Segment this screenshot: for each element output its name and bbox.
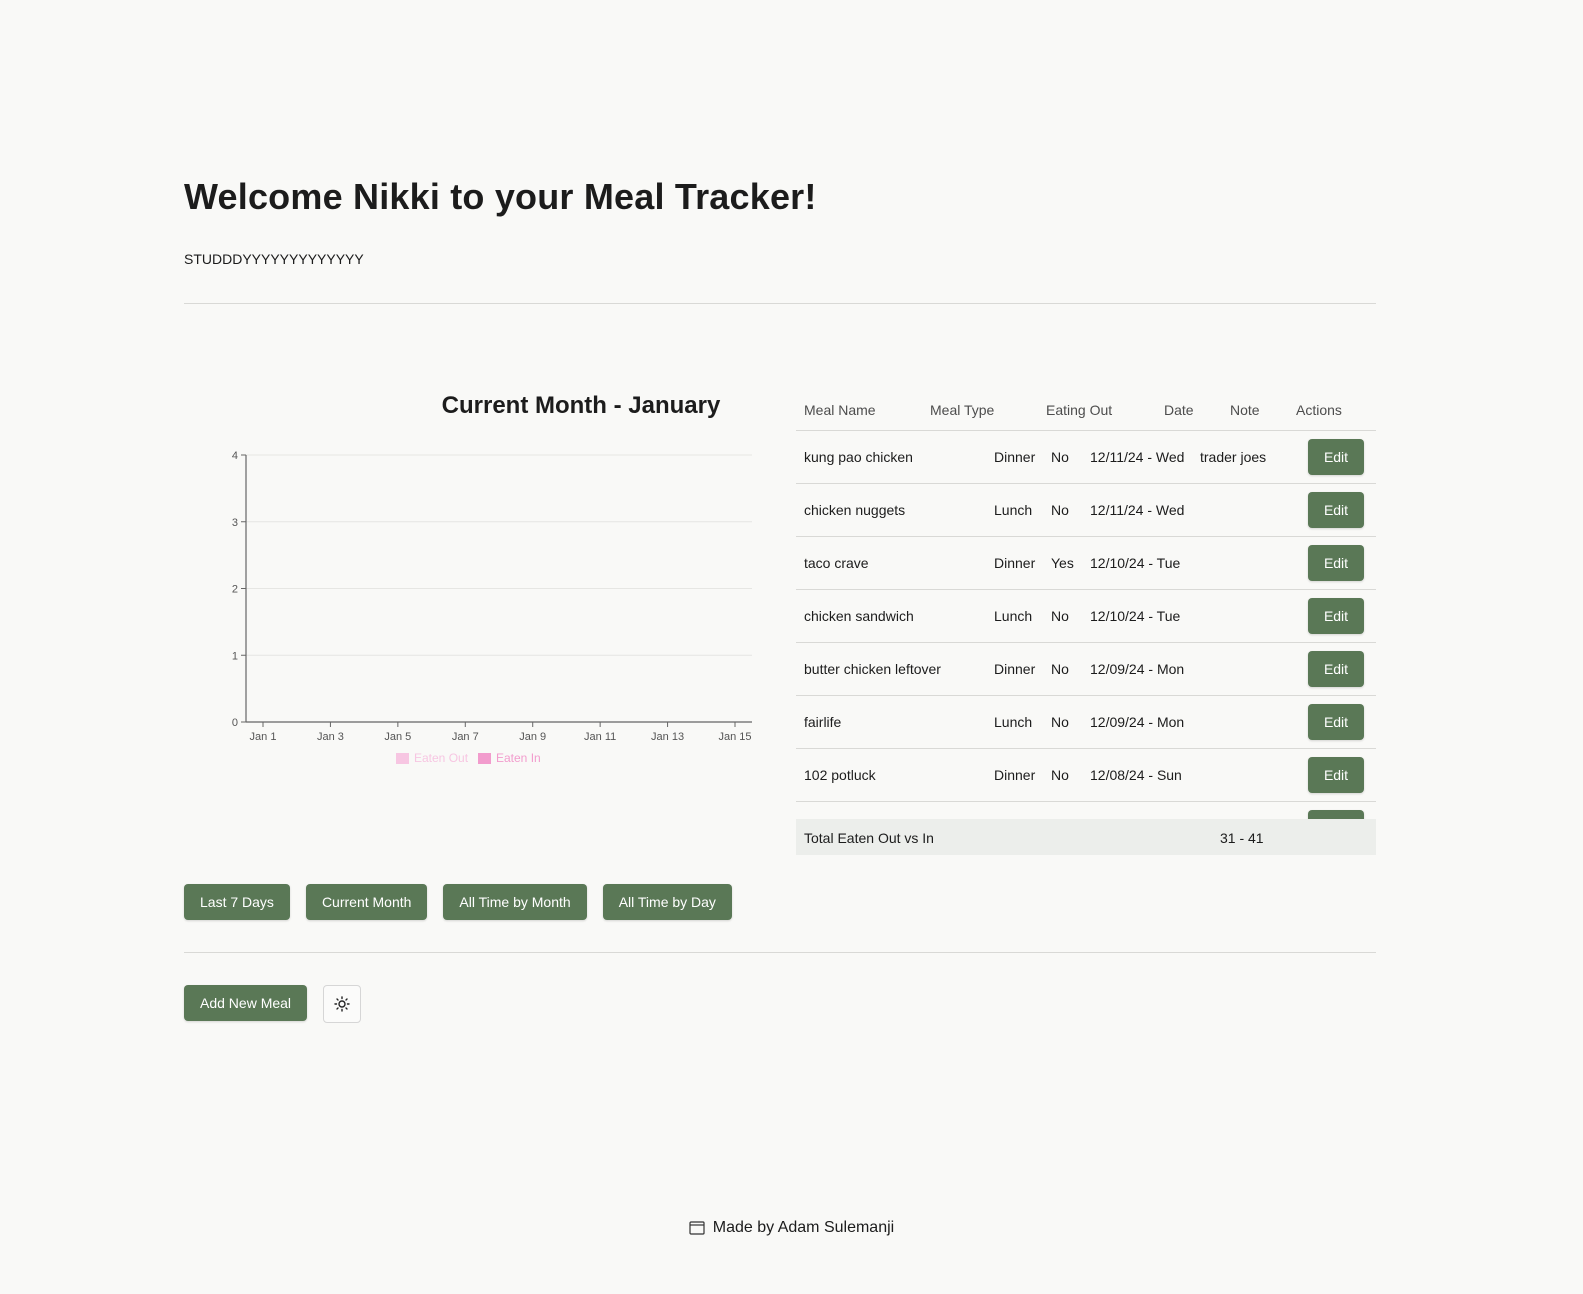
meal-type-cell: Dinner — [994, 449, 1036, 465]
y-tick-label: 3 — [232, 517, 238, 529]
header-actions: Actions — [1296, 402, 1342, 418]
date-cell: 12/09/24 - Mon — [1090, 714, 1185, 730]
table-row: butter chicken leftover Dinner No 12/09/24 … — [796, 643, 1376, 696]
window-icon — [689, 1221, 705, 1235]
sun-icon — [334, 996, 350, 1012]
meal-type-cell: Dinner — [994, 555, 1036, 571]
edit-button[interactable]: Edit — [1308, 651, 1364, 687]
edit-button[interactable]: Edit — [1308, 439, 1364, 475]
total-value: 31 - 41 — [1220, 830, 1264, 846]
eating-out-cell: No — [1051, 767, 1069, 783]
total-label: Total Eaten Out vs In — [804, 830, 934, 846]
header-meal-type[interactable]: Meal Type — [930, 402, 994, 418]
table-row: kung pao chicken Dinner No 12/11/24 - Wed tr… — [796, 431, 1376, 484]
eating-out-cell: Yes — [1051, 555, 1074, 571]
edit-button[interactable]: Edit — [1308, 492, 1364, 528]
header-date[interactable]: Date — [1164, 402, 1194, 418]
table-row: chicken nuggets Lunch No 12/11/24 - Wed Edit — [796, 484, 1376, 537]
date-cell: 12/10/24 - Tue — [1090, 555, 1181, 571]
eating-out-cell: No — [1051, 502, 1069, 518]
x-tick-label: Jan 9 — [519, 731, 546, 743]
edit-button[interactable]: Edit — [1308, 704, 1364, 740]
x-tick-label: Jan 11 — [584, 731, 616, 743]
theme-toggle-button[interactable] — [323, 985, 362, 1023]
table-row: taco crave Dinner Yes 12/10/24 - Tue Edit — [796, 537, 1376, 590]
header-note[interactable]: Note — [1230, 402, 1260, 418]
divider — [184, 952, 1376, 953]
y-tick-label: 2 — [232, 584, 238, 596]
add-new-meal-button[interactable]: Add New Meal — [184, 985, 308, 1021]
footer-credit: Made by Adam Sulemanji — [712, 1219, 895, 1236]
meals-table: Meal Name Meal Type Eating Out Date Note… — [796, 388, 1376, 855]
table-row: fairlife Lunch No 12/09/24 - Mon Edit — [796, 696, 1376, 749]
header-eating-out[interactable]: Eating Out — [1046, 402, 1112, 418]
eating-out-cell: No — [1051, 661, 1069, 677]
y-tick-label: 4 — [232, 450, 238, 462]
meal-name-cell: taco crave — [804, 555, 869, 571]
all-time-by-month-button[interactable]: All Time by Month — [443, 884, 587, 920]
current-month-button[interactable]: Current Month — [305, 884, 428, 920]
edit-button[interactable]: Edit — [1308, 545, 1364, 581]
x-tick-label: Jan 5 — [384, 731, 411, 743]
legend-label: Eaten Out — [414, 751, 469, 765]
header-meal-name[interactable]: Meal Name — [804, 402, 876, 418]
x-tick-label: Jan 3 — [317, 731, 344, 743]
eating-out-cell: No — [1051, 608, 1069, 624]
meal-type-cell: Lunch — [994, 714, 1033, 730]
meal-name-cell: chicken nuggets — [804, 502, 906, 518]
y-tick-label: 1 — [232, 650, 238, 662]
page-footer: Made by Adam Sulemanji — [0, 1219, 1583, 1237]
x-tick-label: Jan 1 — [250, 731, 277, 743]
action-row: Add New Meal — [184, 985, 362, 1023]
meal-type-cell: Dinner — [994, 767, 1036, 783]
legend-swatch — [396, 753, 409, 764]
meal-type-cell: Lunch — [994, 502, 1033, 518]
table-footer: Total Eaten Out vs In 31 - 41 — [796, 819, 1376, 855]
all-time-by-day-button[interactable]: All Time by Day — [602, 884, 732, 920]
meal-name-cell: fairlife — [804, 714, 842, 730]
table-row: Edit — [796, 802, 1376, 819]
legend-swatch — [478, 753, 491, 764]
table-row: 102 potluck Dinner No 12/08/24 - Sun Edit — [796, 749, 1376, 802]
edit-button[interactable]: Edit — [1308, 598, 1364, 634]
eating-out-cell: No — [1051, 449, 1069, 465]
eating-out-cell: No — [1051, 714, 1069, 730]
meal-type-cell: Lunch — [994, 608, 1033, 624]
note-cell: trader joes — [1200, 449, 1267, 465]
table-header: Meal Name Meal Type Eating Out Date Note… — [796, 388, 1376, 431]
table-body[interactable]: kung pao chicken Dinner No 12/11/24 - Wed tr… — [796, 431, 1376, 819]
table-row: chicken sandwich Lunch No 12/10/24 - Tue Edi… — [796, 590, 1376, 643]
meals-chart: 0 1 2 3 4 Jan 1 Jan 3 Jan 5 Jan 7 Jan 9 Jan 11 Jan … — [232, 450, 752, 765]
date-cell: 12/11/24 - Wed — [1090, 502, 1185, 518]
x-tick-label: Jan 15 — [718, 731, 751, 743]
meal-name-cell: butter chicken leftover — [804, 661, 941, 677]
x-tick-label: Jan 13 — [651, 731, 684, 743]
legend-label: Eaten In — [496, 751, 541, 765]
x-tick-label: Jan 7 — [452, 731, 479, 743]
meal-name-cell: 102 potluck — [804, 767, 876, 783]
date-cell: 12/09/24 - Mon — [1090, 661, 1185, 677]
y-tick-label: 0 — [232, 717, 238, 729]
date-cell: 12/11/24 - Wed — [1090, 449, 1185, 465]
meal-name-cell: chicken sandwich — [804, 608, 914, 624]
date-cell: 12/08/24 - Sun — [1090, 767, 1182, 783]
edit-button[interactable]: Edit — [1308, 810, 1364, 819]
edit-button[interactable]: Edit — [1308, 757, 1364, 793]
view-buttons: Last 7 Days Current Month All Time by Mo… — [184, 884, 732, 920]
meal-name-cell: kung pao chicken — [804, 449, 913, 465]
last-7-days-button[interactable]: Last 7 Days — [184, 884, 290, 920]
date-cell: 12/10/24 - Tue — [1090, 608, 1181, 624]
meal-type-cell: Dinner — [994, 661, 1036, 677]
